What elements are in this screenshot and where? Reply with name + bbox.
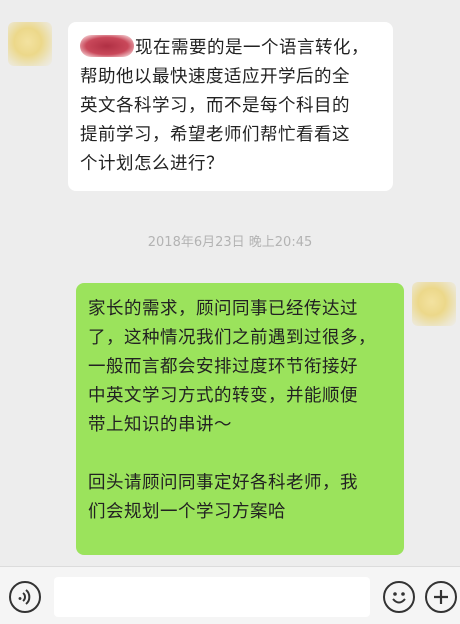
- message-input[interactable]: [54, 577, 370, 617]
- outgoing-message-bubble[interactable]: 家长的需求，顾问同事已经传达过 了，这种情况我们之前遇到过很多， 一般而言都会安…: [76, 283, 404, 555]
- message-line: 们会规划一个学习方案哈: [88, 502, 286, 522]
- voice-button[interactable]: [9, 581, 41, 613]
- message-line: 现在需要的是一个语言转化，: [80, 34, 381, 63]
- chat-area: 现在需要的是一个语言转化， 帮助他以最快速度适应开学后的全 英文各科学习，而不是…: [0, 0, 460, 566]
- emoji-icon: [392, 592, 406, 604]
- message-text: 现在需要的是一个语言转化，: [135, 38, 369, 58]
- message-line: 提前学习，希望老师们帮忙看看这: [80, 125, 350, 145]
- message-line: 英文各科学习，而不是每个科目的: [80, 96, 350, 116]
- input-bar: [0, 566, 460, 624]
- message-line: 帮助他以最快速度适应开学后的全: [80, 67, 350, 87]
- message-line: 家长的需求，顾问同事已经传达过: [88, 299, 358, 319]
- message-timestamp: 2018年6月23日 晚上20:45: [147, 235, 313, 250]
- incoming-message-bubble[interactable]: 现在需要的是一个语言转化， 帮助他以最快速度适应开学后的全 英文各科学习，而不是…: [68, 22, 393, 191]
- message-line: 中英文学习方式的转变，并能顺便: [88, 386, 358, 406]
- own-avatar[interactable]: [412, 282, 456, 326]
- message-line: 了，这种情况我们之前遇到过很多，: [88, 328, 376, 348]
- emoji-button[interactable]: [383, 581, 415, 613]
- message-line: 一般而言都会安排过度环节衔接好: [88, 357, 358, 377]
- message-line: 带上知识的串讲～: [88, 415, 232, 435]
- more-button[interactable]: [425, 581, 457, 613]
- message-line: 个计划怎么进行？: [80, 154, 224, 174]
- message-line: 回头请顾问同事定好各科老师，我: [88, 473, 358, 493]
- sender-avatar[interactable]: [8, 22, 52, 66]
- redacted-name: [80, 35, 134, 57]
- plus-icon: [434, 590, 448, 604]
- voice-icon: [18, 589, 31, 605]
